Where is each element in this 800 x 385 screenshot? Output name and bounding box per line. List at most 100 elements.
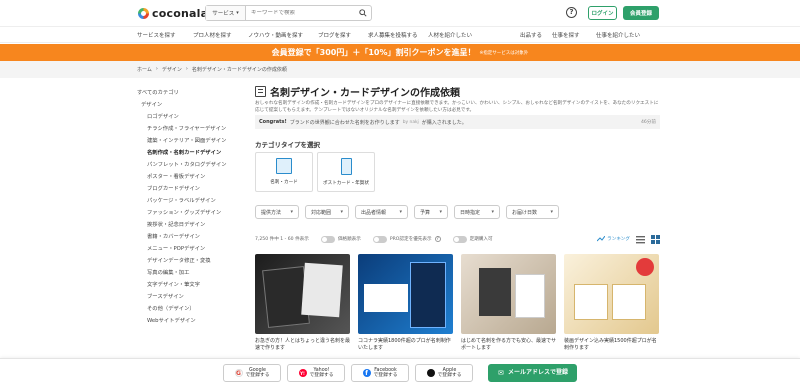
sidebar-item-lettering[interactable]: 文字デザイン・筆文字	[137, 278, 237, 290]
postcard-icon	[340, 158, 352, 175]
filter-delivery-days[interactable]: お届け日数 ▾	[506, 205, 559, 219]
service-card[interactable]: ココナラ実績1800件超のプロが名刺制作いたします	[358, 254, 453, 352]
catnav-introduce-work[interactable]: 仕事を紹介したい	[596, 31, 640, 39]
sidebar-item-flyer[interactable]: チラシ作成・フライヤーデザイン	[137, 122, 237, 134]
service-thumbnail[interactable]	[564, 254, 659, 334]
search-button[interactable]	[355, 6, 371, 20]
sidebar-item-book-cover[interactable]: 書籍・カバーデザイン	[137, 230, 237, 242]
trend-icon	[597, 236, 606, 242]
sidebar-item-pamphlet[interactable]: パンフレット・カタログデザイン	[137, 158, 237, 170]
catnav-find-knowhow[interactable]: ノウハウ・動画を探す	[248, 31, 303, 39]
service-card-title: 装画デザイン込み実績1500件超プロが名刺作ります	[564, 338, 657, 351]
logo-mark-icon	[138, 8, 149, 19]
search-bar: サービス ▾	[205, 5, 372, 21]
notice-text[interactable]: ブランドの世界観に合わせた名刺をお作りします	[290, 119, 400, 126]
catnav-find-blog[interactable]: ブログを探す	[318, 31, 351, 39]
category-type-business-card[interactable]: 名刺・カード	[255, 152, 313, 192]
sidebar-item-design[interactable]: デザイン	[137, 98, 237, 110]
catnav-find-work[interactable]: 仕事を探す	[552, 31, 580, 39]
title-row: 名刺デザイン・カードデザインの作成依頼	[255, 84, 460, 99]
banner-text: 会員登録で「300円」＋「10%」割引クーポンを進呈！	[271, 48, 476, 57]
catnav-sell[interactable]: 出品する	[520, 31, 542, 39]
sidebar-item-architecture[interactable]: 建築・インテリア・図面デザイン	[137, 134, 237, 146]
result-count: 7,250 件中 1 - 60 件表示	[255, 237, 309, 242]
search-input[interactable]	[246, 10, 355, 16]
sidebar-item-data-fix[interactable]: デザインデータ修正・変換	[137, 254, 237, 266]
service-thumbnail[interactable]	[255, 254, 350, 334]
coupon-banner[interactable]: 会員登録で「300円」＋「10%」割引クーポンを進呈！ ※指定サービスは対象外	[0, 44, 800, 61]
result-row: 7,250 件中 1 - 60 件表示 価格順表示 PRO認定を優先表示? 定期…	[255, 233, 660, 245]
register-button[interactable]: 会員登録	[623, 6, 659, 20]
list-view-icon[interactable]	[636, 235, 645, 244]
notice-tail: が購入されました。	[421, 119, 467, 126]
email-signup-button[interactable]: ✉ メールアドレスで登録	[488, 364, 577, 382]
toggle-switch[interactable]	[372, 235, 387, 243]
logo[interactable]: coconala	[138, 7, 208, 20]
sidebar-item-greeting[interactable]: 挨拶状・記念日デザイン	[137, 218, 237, 230]
service-card-title: お急ぎの方！人とはちょっと違う名刺を最速で作ります	[255, 338, 351, 351]
login-button[interactable]: ログイン	[588, 6, 617, 20]
card-icon	[255, 86, 266, 97]
service-card-title: はじめて名刺を作る方でも安心、最速でサポートします	[461, 338, 557, 351]
catnav-find-pro[interactable]: プロ人材を探す	[193, 31, 232, 39]
toggle-switch[interactable]	[320, 235, 335, 243]
breadcrumb-design[interactable]: デザイン	[162, 66, 182, 73]
grid-view-icon[interactable]	[651, 234, 660, 244]
catnav-introduce-talent[interactable]: 人材を紹介したい	[428, 31, 472, 39]
filter-date[interactable]: 日時指定 ▾	[454, 205, 500, 219]
notice-lead: Congrats!	[259, 119, 287, 125]
help-icon[interactable]: ?	[566, 7, 577, 18]
sidebar-item-all[interactable]: すべてのカテゴリ	[137, 86, 237, 98]
logo-text: coconala	[152, 7, 209, 20]
toggle-subscription[interactable]: 定期購入可	[452, 235, 493, 243]
sidebar-item-menu-pop[interactable]: メニュー・POPデザイン	[137, 242, 237, 254]
sidebar-item-booth[interactable]: ブースデザイン	[137, 290, 237, 302]
yahoo-icon: Y!	[298, 369, 307, 377]
apple-icon	[426, 369, 435, 377]
toggle-switch[interactable]	[452, 235, 467, 243]
service-thumbnail[interactable]	[461, 254, 556, 334]
breadcrumb-home[interactable]: ホーム	[137, 66, 152, 73]
sidebar-item-business-card[interactable]: 名刺作成・名刺カードデザイン	[137, 146, 237, 158]
sidebar-item-poster[interactable]: ポスター・看板デザイン	[137, 170, 237, 182]
sidebar-item-fashion[interactable]: ファッション・グッズデザイン	[137, 206, 237, 218]
sidebar-item-photo-edit[interactable]: 写真の編集・加工	[137, 266, 237, 278]
filter-budget[interactable]: 予算 ▾	[414, 205, 448, 219]
service-thumbnail[interactable]	[358, 254, 453, 334]
chevron-down-icon: ▾	[491, 209, 494, 215]
toggle-pro-first[interactable]: PRO認定を優先表示?	[372, 235, 441, 243]
search-icon	[359, 9, 367, 17]
help-icon[interactable]: ?	[434, 236, 441, 242]
sidebar-item-other-design[interactable]: その他（デザイン）	[137, 302, 237, 314]
sidebar-item-logo[interactable]: ロゴデザイン	[137, 110, 237, 122]
apple-signup-button[interactable]: Apple で登録する	[415, 364, 473, 382]
filter-scope[interactable]: 対応範囲 ▾	[305, 205, 349, 219]
sidebar-item-blog-card[interactable]: ブログカードデザイン	[137, 182, 237, 194]
chevron-down-icon: ▾	[340, 209, 343, 215]
service-card[interactable]: お急ぎの方！人とはちょっと違う名刺を最速で作ります	[255, 254, 350, 352]
sidebar-item-package[interactable]: パッケージ・ラベルデザイン	[137, 194, 237, 206]
page-description: おしゃれな名刺デザインの作成・名刺カードデザインをプロのデザイナーに直接依頼でき…	[255, 101, 659, 113]
facebook-icon: f	[362, 369, 371, 377]
ranking-link[interactable]: ランキング	[597, 236, 630, 242]
google-signup-button[interactable]: G Google で登録する	[223, 364, 281, 382]
sidebar-item-web-design[interactable]: Webサイトデザイン	[137, 314, 237, 326]
yahoo-signup-button[interactable]: Y! Yahoo! で登録する	[287, 364, 345, 382]
google-signup-label: Google で登録する	[245, 367, 270, 379]
service-card[interactable]: はじめて名刺を作る方でも安心、最速でサポートします	[461, 254, 556, 352]
toggle-price-order[interactable]: 価格順表示	[320, 235, 361, 243]
catnav-find-service[interactable]: サービスを探す	[137, 31, 176, 39]
google-icon: G	[234, 369, 243, 377]
facebook-signup-button[interactable]: f Facebook で登録する	[351, 364, 409, 382]
chevron-down-icon: ▾	[399, 209, 402, 215]
banner-note: ※指定サービスは対象外	[479, 50, 529, 56]
filter-delivery-method[interactable]: 提供方法 ▾	[255, 205, 299, 219]
category-type-postcard[interactable]: ポストカード・年賀状	[317, 152, 375, 192]
service-card[interactable]: 装画デザイン込み実績1500件超プロが名刺作ります	[564, 254, 659, 352]
catnav-post-job[interactable]: 求人募集を投稿する	[368, 31, 418, 39]
category-nav: サービスを探す プロ人材を探す ノウハウ・動画を探す ブログを探す 求人募集を投…	[0, 27, 800, 43]
search-service-label: サービス	[212, 11, 235, 17]
search-service-select[interactable]: サービス ▾	[206, 6, 246, 20]
filter-seller-info[interactable]: 出品者情報 ▾	[355, 205, 408, 219]
breadcrumb-separator: ›	[185, 66, 188, 72]
